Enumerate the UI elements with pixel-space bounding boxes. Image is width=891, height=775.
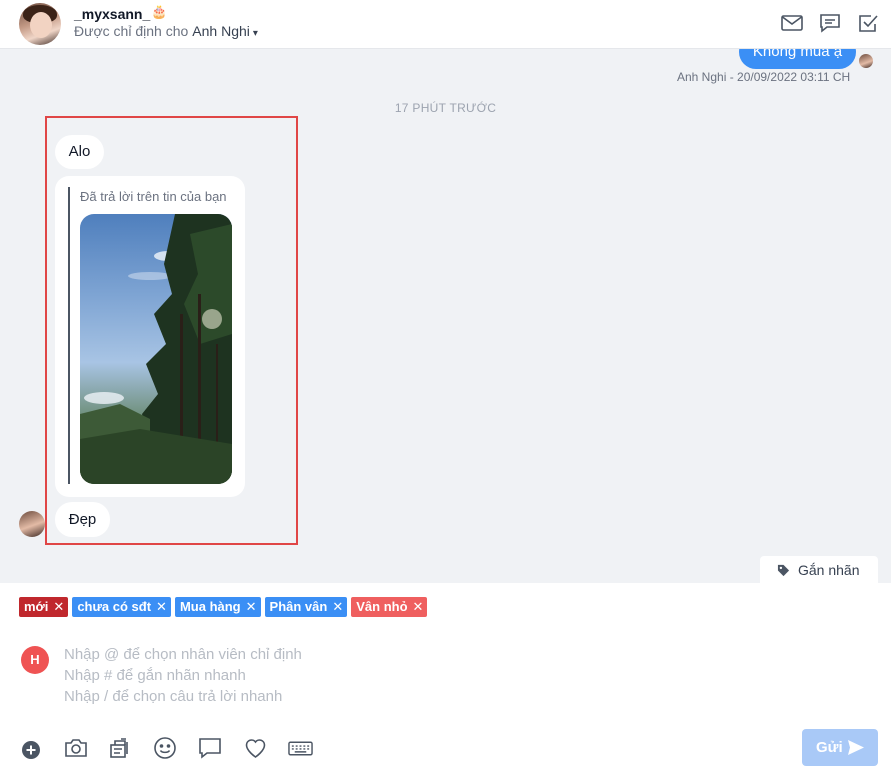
- heart-icon[interactable]: [243, 736, 268, 760]
- time-divider: 17 PHÚT TRƯỚC: [394, 101, 497, 115]
- label-chip[interactable]: mới ✕: [19, 597, 69, 617]
- hint-quick-reply: Nhập / để chọn câu trả lời nhanh: [64, 688, 283, 705]
- remove-label-icon[interactable]: ✕: [332, 597, 343, 617]
- outgoing-message: Không mua ạ: [739, 49, 856, 69]
- customer-avatar-small: [19, 511, 45, 537]
- template-icon[interactable]: [108, 736, 132, 760]
- birthday-cake-icon: 🎂: [151, 4, 168, 19]
- story-photo[interactable]: [80, 214, 232, 484]
- tag-button[interactable]: Gắn nhãn: [760, 556, 878, 583]
- incoming-message-dep: Đẹp: [55, 502, 110, 537]
- label-list: mới ✕ chưa có sđt ✕ Mua hàng ✕ Phân vân ✕ Vâ…: [19, 597, 428, 617]
- comment-icon[interactable]: [818, 12, 842, 34]
- plus-circle-icon[interactable]: [21, 738, 41, 762]
- agent-avatar: H: [21, 646, 49, 674]
- assign-prefix: Được chỉ định cho: [74, 23, 189, 39]
- chat-area: Không mua ạ Anh Nghi - 20/09/2022 03:11 …: [0, 49, 891, 583]
- tag-button-label: Gắn nhãn: [798, 562, 860, 578]
- label-text: chưa có sđt: [77, 599, 152, 614]
- label-text: Vân nhỏ: [356, 599, 408, 614]
- emoji-icon[interactable]: [153, 736, 177, 760]
- label-chip[interactable]: Mua hàng ✕: [174, 597, 261, 617]
- remove-label-icon[interactable]: ✕: [53, 597, 64, 617]
- composer: mới ✕ chưa có sđt ✕ Mua hàng ✕ Phân vân ✕ Vâ…: [0, 583, 891, 775]
- label-text: Mua hàng: [179, 599, 241, 614]
- remove-label-icon[interactable]: ✕: [413, 597, 424, 617]
- conversation-header: _myxsann_ 🎂 Được chỉ định cho Anh Nghi ▾: [0, 0, 891, 49]
- label-chip[interactable]: Vân nhỏ ✕: [351, 597, 428, 617]
- mail-icon[interactable]: [780, 12, 804, 34]
- send-icon: [848, 740, 864, 755]
- check-square-icon[interactable]: [856, 12, 880, 34]
- seen-avatar: [859, 54, 873, 68]
- customer-avatar[interactable]: [19, 3, 61, 45]
- label-text: Phân vân: [269, 599, 328, 614]
- message-input[interactable]: Nhập @ để chọn nhân viên chỉ định Nhập #…: [64, 644, 302, 707]
- reply-label: Đã trả lời trên tin của bạn: [80, 189, 227, 204]
- assignee-name: Anh Nghi: [192, 23, 250, 39]
- send-button-label: Gửi: [816, 739, 843, 756]
- tag-icon: [777, 564, 790, 577]
- chat-bubble-icon[interactable]: [198, 736, 222, 760]
- camera-icon[interactable]: [64, 736, 88, 760]
- label-chip[interactable]: Phân vân ✕: [264, 597, 348, 617]
- keyboard-icon[interactable]: [288, 736, 313, 760]
- quote-bar: [68, 187, 70, 484]
- hint-mention: Nhập @ để chọn nhân viên chỉ định: [64, 646, 302, 663]
- label-text: mới: [24, 599, 49, 614]
- remove-label-icon[interactable]: ✕: [246, 597, 257, 617]
- assign-line: Được chỉ định cho Anh Nghi ▾: [74, 23, 258, 39]
- hint-tag: Nhập # để gắn nhãn nhanh: [64, 667, 246, 684]
- label-chip[interactable]: chưa có sđt ✕: [72, 597, 171, 617]
- outgoing-meta: Anh Nghi - 20/09/2022 03:11 CH: [677, 70, 851, 84]
- assignee-dropdown[interactable]: Anh Nghi ▾: [192, 23, 258, 39]
- remove-label-icon[interactable]: ✕: [156, 597, 167, 617]
- send-button[interactable]: Gửi: [802, 729, 878, 766]
- story-reply-card: Đã trả lời trên tin của bạn: [55, 176, 245, 497]
- customer-name[interactable]: _myxsann_: [74, 6, 150, 22]
- chevron-down-icon: ▾: [252, 28, 258, 39]
- incoming-message-alo: Alo: [55, 135, 104, 169]
- composer-toolbar: [0, 736, 891, 762]
